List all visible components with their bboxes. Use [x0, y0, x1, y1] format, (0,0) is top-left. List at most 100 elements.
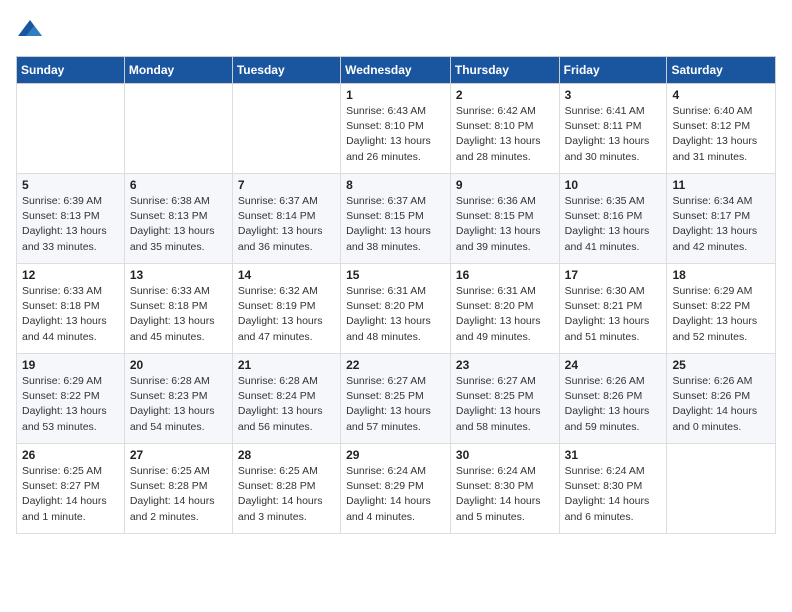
header-tuesday: Tuesday: [232, 57, 340, 84]
day-detail: Sunrise: 6:40 AM Sunset: 8:12 PM Dayligh…: [672, 104, 770, 165]
day-number: 8: [346, 178, 445, 192]
day-detail: Sunrise: 6:25 AM Sunset: 8:28 PM Dayligh…: [238, 464, 335, 525]
header-friday: Friday: [559, 57, 667, 84]
calendar-cell: [124, 84, 232, 174]
calendar-cell: 29 Sunrise: 6:24 AM Sunset: 8:29 PM Dayli…: [341, 444, 451, 534]
day-number: 27: [130, 448, 227, 462]
calendar-cell: 31 Sunrise: 6:24 AM Sunset: 8:30 PM Dayli…: [559, 444, 667, 534]
header-thursday: Thursday: [450, 57, 559, 84]
header-wednesday: Wednesday: [341, 57, 451, 84]
day-number: 22: [346, 358, 445, 372]
day-number: 3: [565, 88, 662, 102]
day-number: 31: [565, 448, 662, 462]
calendar-cell: 25 Sunrise: 6:26 AM Sunset: 8:26 PM Dayli…: [667, 354, 776, 444]
calendar-cell: 6 Sunrise: 6:38 AM Sunset: 8:13 PM Daylig…: [124, 174, 232, 264]
day-number: 1: [346, 88, 445, 102]
day-detail: Sunrise: 6:24 AM Sunset: 8:30 PM Dayligh…: [565, 464, 662, 525]
calendar-week-4: 19Sunrise: 6:29 AM Sunset: 8:22 PM Dayli…: [17, 354, 776, 444]
day-detail: Sunrise: 6:39 AM Sunset: 8:13 PM Dayligh…: [22, 194, 119, 255]
calendar-cell: 2 Sunrise: 6:42 AM Sunset: 8:10 PM Daylig…: [450, 84, 559, 174]
day-number: 5: [22, 178, 119, 192]
calendar-cell: 21Sunrise: 6:28 AM Sunset: 8:24 PM Dayli…: [232, 354, 340, 444]
calendar-cell: 10 Sunrise: 6:35 AM Sunset: 8:16 PM Dayli…: [559, 174, 667, 264]
day-number: 7: [238, 178, 335, 192]
logo-icon: [16, 16, 44, 44]
calendar-cell: 3 Sunrise: 6:41 AM Sunset: 8:11 PM Daylig…: [559, 84, 667, 174]
calendar-cell: 14 Sunrise: 6:32 AM Sunset: 8:19 PM Dayli…: [232, 264, 340, 354]
day-detail: Sunrise: 6:24 AM Sunset: 8:29 PM Dayligh…: [346, 464, 445, 525]
day-number: 12: [22, 268, 119, 282]
day-number: 18: [672, 268, 770, 282]
day-detail: Sunrise: 6:26 AM Sunset: 8:26 PM Dayligh…: [565, 374, 662, 435]
header-monday: Monday: [124, 57, 232, 84]
day-detail: Sunrise: 6:33 AM Sunset: 8:18 PM Dayligh…: [130, 284, 227, 345]
calendar-cell: 1 Sunrise: 6:43 AM Sunset: 8:10 PM Daylig…: [341, 84, 451, 174]
day-detail: Sunrise: 6:26 AM Sunset: 8:26 PM Dayligh…: [672, 374, 770, 435]
day-detail: Sunrise: 6:35 AM Sunset: 8:16 PM Dayligh…: [565, 194, 662, 255]
day-detail: Sunrise: 6:31 AM Sunset: 8:20 PM Dayligh…: [346, 284, 445, 345]
day-detail: Sunrise: 6:30 AM Sunset: 8:21 PM Dayligh…: [565, 284, 662, 345]
calendar-cell: 4 Sunrise: 6:40 AM Sunset: 8:12 PM Daylig…: [667, 84, 776, 174]
day-number: 24: [565, 358, 662, 372]
day-number: 23: [456, 358, 554, 372]
calendar-cell: 15 Sunrise: 6:31 AM Sunset: 8:20 PM Dayli…: [341, 264, 451, 354]
logo: [16, 16, 48, 44]
calendar-cell: 5 Sunrise: 6:39 AM Sunset: 8:13 PM Daylig…: [17, 174, 125, 264]
calendar-cell: 23Sunrise: 6:27 AM Sunset: 8:25 PM Dayli…: [450, 354, 559, 444]
calendar-cell: 18 Sunrise: 6:29 AM Sunset: 8:22 PM Dayli…: [667, 264, 776, 354]
calendar-cell: 8Sunrise: 6:37 AM Sunset: 8:15 PM Daylig…: [341, 174, 451, 264]
day-detail: Sunrise: 6:29 AM Sunset: 8:22 PM Dayligh…: [672, 284, 770, 345]
calendar-week-1: 1 Sunrise: 6:43 AM Sunset: 8:10 PM Daylig…: [17, 84, 776, 174]
calendar-cell: [17, 84, 125, 174]
day-detail: Sunrise: 6:28 AM Sunset: 8:23 PM Dayligh…: [130, 374, 227, 435]
day-number: 26: [22, 448, 119, 462]
day-detail: Sunrise: 6:25 AM Sunset: 8:28 PM Dayligh…: [130, 464, 227, 525]
day-number: 30: [456, 448, 554, 462]
day-number: 2: [456, 88, 554, 102]
header-saturday: Saturday: [667, 57, 776, 84]
day-number: 6: [130, 178, 227, 192]
day-detail: Sunrise: 6:42 AM Sunset: 8:10 PM Dayligh…: [456, 104, 554, 165]
day-number: 15: [346, 268, 445, 282]
calendar-header-row: SundayMondayTuesdayWednesdayThursdayFrid…: [17, 57, 776, 84]
day-detail: Sunrise: 6:43 AM Sunset: 8:10 PM Dayligh…: [346, 104, 445, 165]
day-detail: Sunrise: 6:28 AM Sunset: 8:24 PM Dayligh…: [238, 374, 335, 435]
day-number: 4: [672, 88, 770, 102]
day-number: 10: [565, 178, 662, 192]
day-number: 16: [456, 268, 554, 282]
day-detail: Sunrise: 6:38 AM Sunset: 8:13 PM Dayligh…: [130, 194, 227, 255]
calendar-week-3: 12 Sunrise: 6:33 AM Sunset: 8:18 PM Dayli…: [17, 264, 776, 354]
calendar-week-2: 5 Sunrise: 6:39 AM Sunset: 8:13 PM Daylig…: [17, 174, 776, 264]
calendar-cell: 26Sunrise: 6:25 AM Sunset: 8:27 PM Dayli…: [17, 444, 125, 534]
day-detail: Sunrise: 6:34 AM Sunset: 8:17 PM Dayligh…: [672, 194, 770, 255]
calendar-cell: 19Sunrise: 6:29 AM Sunset: 8:22 PM Dayli…: [17, 354, 125, 444]
header-sunday: Sunday: [17, 57, 125, 84]
day-number: 25: [672, 358, 770, 372]
calendar-cell: 11 Sunrise: 6:34 AM Sunset: 8:17 PM Dayli…: [667, 174, 776, 264]
day-detail: Sunrise: 6:27 AM Sunset: 8:25 PM Dayligh…: [346, 374, 445, 435]
page-header: [16, 16, 776, 44]
calendar-cell: 24 Sunrise: 6:26 AM Sunset: 8:26 PM Dayli…: [559, 354, 667, 444]
day-number: 11: [672, 178, 770, 192]
day-number: 17: [565, 268, 662, 282]
day-detail: Sunrise: 6:37 AM Sunset: 8:14 PM Dayligh…: [238, 194, 335, 255]
calendar-cell: [667, 444, 776, 534]
day-number: 29: [346, 448, 445, 462]
calendar-week-5: 26Sunrise: 6:25 AM Sunset: 8:27 PM Dayli…: [17, 444, 776, 534]
calendar-cell: 28 Sunrise: 6:25 AM Sunset: 8:28 PM Dayli…: [232, 444, 340, 534]
calendar-cell: 7 Sunrise: 6:37 AM Sunset: 8:14 PM Daylig…: [232, 174, 340, 264]
calendar-cell: 30Sunrise: 6:24 AM Sunset: 8:30 PM Dayli…: [450, 444, 559, 534]
day-detail: Sunrise: 6:31 AM Sunset: 8:20 PM Dayligh…: [456, 284, 554, 345]
calendar-cell: [232, 84, 340, 174]
calendar-cell: 9Sunrise: 6:36 AM Sunset: 8:15 PM Daylig…: [450, 174, 559, 264]
calendar-table: SundayMondayTuesdayWednesdayThursdayFrid…: [16, 56, 776, 534]
day-number: 28: [238, 448, 335, 462]
day-detail: Sunrise: 6:41 AM Sunset: 8:11 PM Dayligh…: [565, 104, 662, 165]
day-number: 13: [130, 268, 227, 282]
day-number: 14: [238, 268, 335, 282]
calendar-cell: 17 Sunrise: 6:30 AM Sunset: 8:21 PM Dayli…: [559, 264, 667, 354]
day-detail: Sunrise: 6:33 AM Sunset: 8:18 PM Dayligh…: [22, 284, 119, 345]
calendar-cell: 12 Sunrise: 6:33 AM Sunset: 8:18 PM Dayli…: [17, 264, 125, 354]
day-detail: Sunrise: 6:32 AM Sunset: 8:19 PM Dayligh…: [238, 284, 335, 345]
day-number: 19: [22, 358, 119, 372]
